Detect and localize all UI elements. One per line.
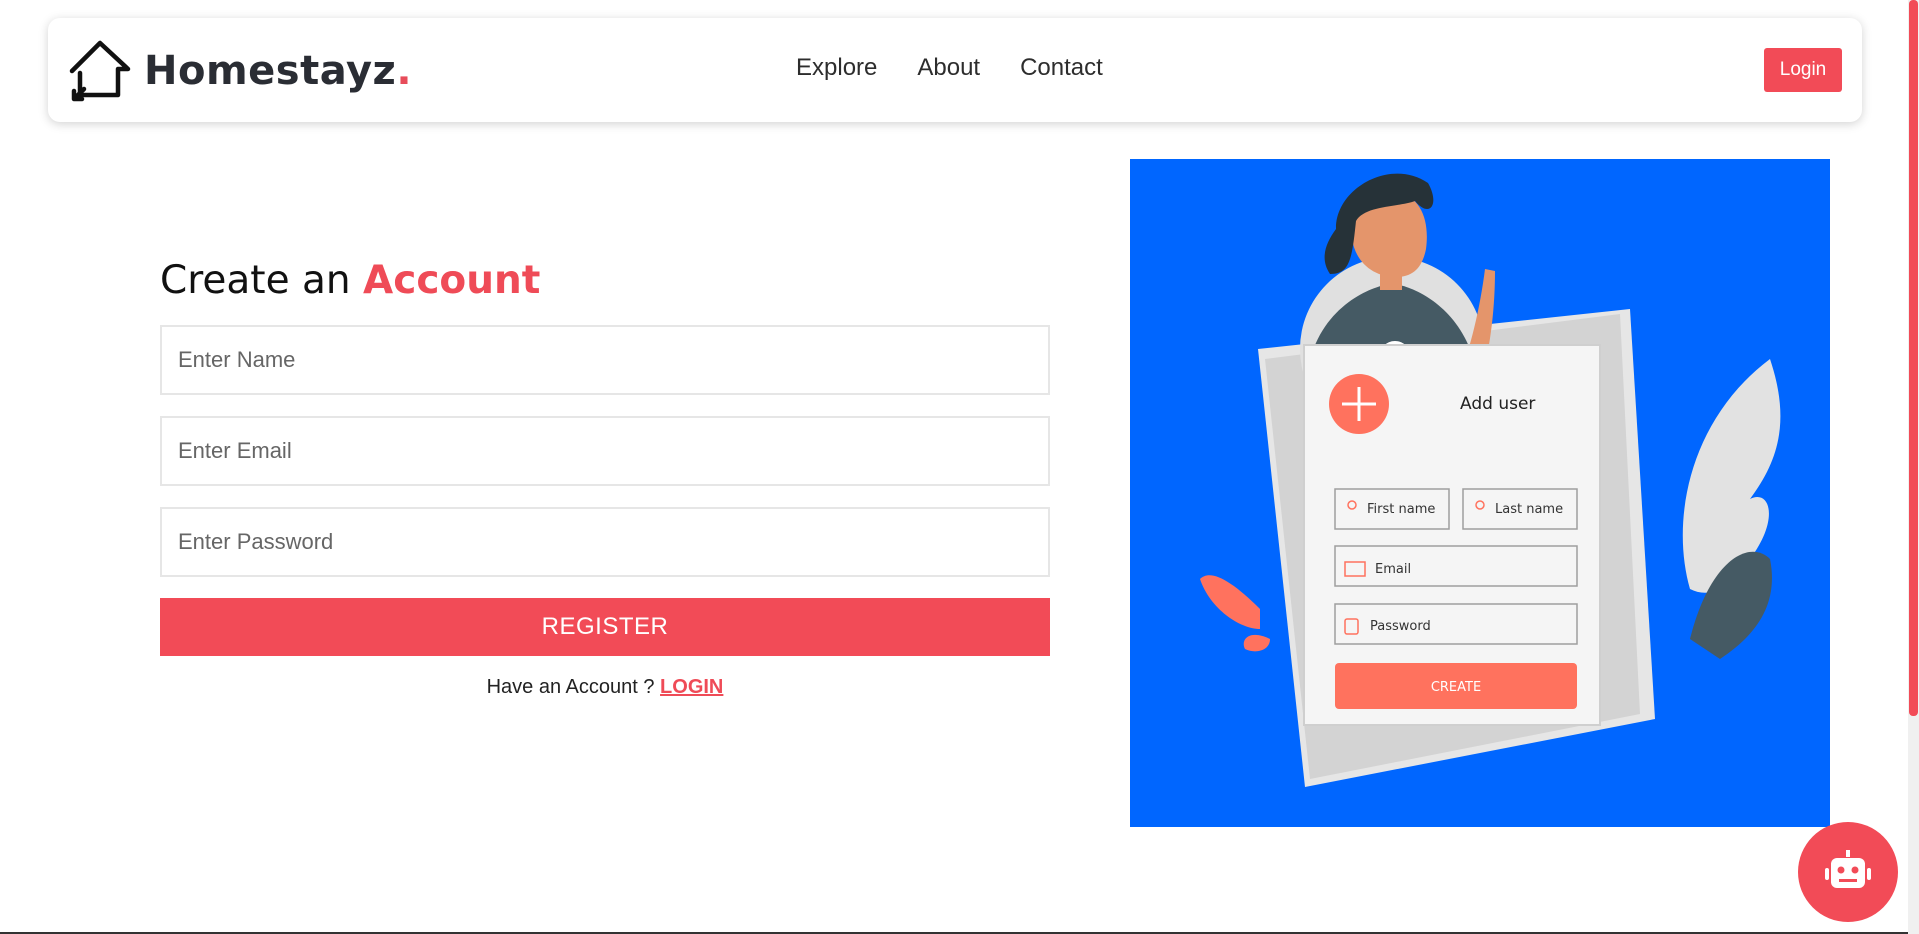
brand-logo[interactable]: Homestayz. xyxy=(66,36,412,106)
have-account-row: Have an Account ? LOGIN xyxy=(160,676,1050,699)
page-title: Create an Account xyxy=(160,258,1050,303)
brand-dot: . xyxy=(396,48,412,94)
card-first-name: First name xyxy=(1367,502,1435,517)
robot-icon xyxy=(1825,850,1871,888)
add-user-illustration: Add user First name Last name Email Pass… xyxy=(1200,173,1781,787)
card-last-name: Last name xyxy=(1495,502,1563,517)
password-input[interactable] xyxy=(160,507,1050,577)
card-create-label: CREATE xyxy=(1431,680,1481,695)
scrollbar[interactable] xyxy=(1908,0,1919,934)
register-button[interactable]: REGISTER xyxy=(160,598,1050,656)
have-account-text: Have an Account ? xyxy=(486,676,655,698)
nav-link-explore[interactable]: Explore xyxy=(796,54,877,82)
card-password: Password xyxy=(1370,619,1431,634)
title-prefix: Create an xyxy=(160,258,351,303)
top-navbar: Homestayz. Explore About Contact Login xyxy=(48,18,1862,122)
chatbot-button[interactable] xyxy=(1798,822,1898,922)
brand-name: Homestayz xyxy=(144,48,397,94)
name-input[interactable] xyxy=(160,325,1050,395)
scrollbar-thumb[interactable] xyxy=(1909,0,1918,716)
signup-illustration: Add user First name Last name Email Pass… xyxy=(1130,159,1830,827)
login-link[interactable]: LOGIN xyxy=(660,676,723,698)
title-accent: Account xyxy=(363,258,541,303)
card-title: Add user xyxy=(1460,394,1535,414)
nav-link-contact[interactable]: Contact xyxy=(1020,54,1103,82)
login-button[interactable]: Login xyxy=(1764,48,1842,92)
nav-link-about[interactable]: About xyxy=(917,54,980,82)
main-nav: Explore About Contact xyxy=(796,54,1103,82)
house-outline-icon xyxy=(69,40,131,102)
email-input[interactable] xyxy=(160,416,1050,486)
card-email: Email xyxy=(1375,562,1411,577)
register-form: Create an Account REGISTER Have an Accou… xyxy=(160,258,1050,699)
